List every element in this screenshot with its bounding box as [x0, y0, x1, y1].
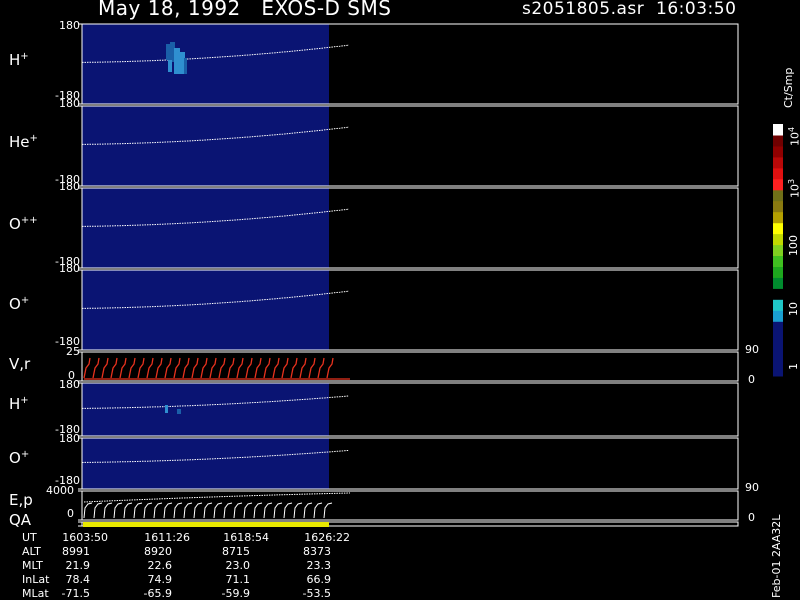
- panel-label-heplus: He+: [9, 133, 38, 151]
- hplus-spot: [184, 58, 187, 74]
- panel-fill-heplus: [82, 106, 329, 186]
- colorbar-segment: [773, 145, 783, 158]
- panel-label-oplusplus: O++: [9, 215, 38, 233]
- ytick-hplus-top: 180: [59, 19, 80, 32]
- qa-bar: [83, 522, 329, 527]
- ytick-hplus2-top: 180: [59, 378, 80, 391]
- colorbar-tick-10: 10: [787, 302, 800, 316]
- rtick-ep-top: 90: [745, 481, 759, 494]
- panel-label-vr: V,r: [9, 355, 31, 373]
- hplus-spot: [166, 44, 170, 60]
- colorbar-tick-100: 100: [787, 235, 800, 256]
- ytick-vr-top: 25: [66, 345, 80, 358]
- hplus-spot: [174, 48, 180, 74]
- panel-label-oplus: O+: [9, 295, 30, 313]
- mlat-value: -65.9: [143, 587, 172, 600]
- mlat-value: -59.9: [221, 587, 250, 600]
- mlt-value: 22.6: [147, 559, 173, 572]
- alt-value: 8920: [144, 545, 172, 558]
- rtick-vr-top: 90: [745, 343, 759, 356]
- colorbar-segment: [773, 266, 783, 278]
- rtick-ep-bottom: 0: [748, 511, 755, 524]
- row-label-ut: UT: [22, 531, 37, 544]
- colorbar-segment: [773, 255, 783, 267]
- colorbar-segment: [773, 310, 783, 322]
- panel-label-hplus-2: H+: [9, 395, 29, 413]
- colorbar-segment: [773, 200, 783, 213]
- colorbar-segment: [773, 233, 783, 246]
- ut-value: 1618:54: [223, 531, 269, 544]
- panel-fill-hplus2: [82, 383, 329, 436]
- colorbar-segment: [773, 321, 783, 333]
- alt-value: 8991: [62, 545, 90, 558]
- panel-label-ep: E,p: [9, 491, 33, 509]
- colorbar-segment: [773, 211, 783, 224]
- colorbar-segment: [773, 167, 783, 180]
- ytick-heplus-top: 180: [59, 97, 80, 110]
- rtick-vr-bottom: 0: [748, 373, 755, 386]
- hplus2-spot: [177, 409, 181, 414]
- colorbar-segment: [773, 124, 783, 136]
- ytick-ep-bottom: 0: [67, 507, 74, 520]
- panel-frame-vr: [81, 351, 739, 382]
- ytick-oplus2-top: 180: [59, 432, 80, 445]
- energy-trace: [83, 502, 333, 519]
- colorbar-segment: [773, 354, 783, 366]
- colorbar-segment: [773, 332, 783, 344]
- plot-area: [78, 23, 783, 527]
- ytick-ep-top: 4000: [46, 484, 74, 497]
- colorbar-segment: [773, 244, 783, 256]
- panel-label-hplus: H+: [9, 51, 29, 69]
- colorbar-tick-1000: 103: [787, 178, 800, 198]
- ut-value: 1626:22: [304, 531, 350, 544]
- inlat-value: 66.9: [306, 573, 332, 586]
- panel-fill-hplus: [82, 24, 329, 104]
- colorbar-segment: [773, 178, 783, 191]
- panel-fill-oplus2: [82, 438, 329, 489]
- colorbar-tick-1: 1: [787, 363, 800, 370]
- ytick-oplus-top: 180: [59, 262, 80, 275]
- ytick-oplusplus-top: 180: [59, 180, 80, 193]
- ut-value: 1611:26: [144, 531, 190, 544]
- colorbar-unit-label: Ct/Smp: [782, 67, 795, 108]
- inlat-value: 74.9: [147, 573, 173, 586]
- colorbar-segment: [773, 288, 783, 300]
- panel-fill-oplus: [82, 270, 329, 350]
- mlat-value: -71.5: [61, 587, 90, 600]
- panel-label-qa: QA: [9, 511, 32, 529]
- mlt-value: 23.3: [306, 559, 332, 572]
- data-id-label: Feb-01 2AA32L: [770, 514, 783, 598]
- colorbar-segment: [773, 299, 783, 311]
- panel-label-oplus-2: O+: [9, 449, 30, 467]
- colorbar-tick-10000: 104: [787, 126, 800, 146]
- panel-fill-oplusplus: [82, 188, 329, 268]
- ut-value: 1603:50: [62, 531, 108, 544]
- hplus2-spot: [165, 405, 168, 413]
- alt-value: 8373: [303, 545, 331, 558]
- colorbar-segment: [773, 135, 783, 147]
- alt-value: 8715: [222, 545, 250, 558]
- panel-frame-ep: [81, 490, 739, 521]
- colorbar-segment: [773, 343, 783, 355]
- colorbar-segment: [773, 365, 783, 377]
- mlt-value: 21.9: [65, 559, 91, 572]
- velocity-trace: [83, 357, 334, 379]
- inlat-value: 78.4: [65, 573, 91, 586]
- inlat-value: 71.1: [225, 573, 251, 586]
- colorbar-segment: [773, 222, 783, 235]
- energy-upper-trace: [83, 492, 351, 503]
- mlt-value: 23.0: [225, 559, 251, 572]
- colorbar-segment: [773, 277, 783, 289]
- mlat-value: -53.5: [302, 587, 331, 600]
- hplus-spot: [168, 60, 172, 72]
- colorbar-segment: [773, 189, 783, 202]
- colorbar-segment: [773, 156, 783, 169]
